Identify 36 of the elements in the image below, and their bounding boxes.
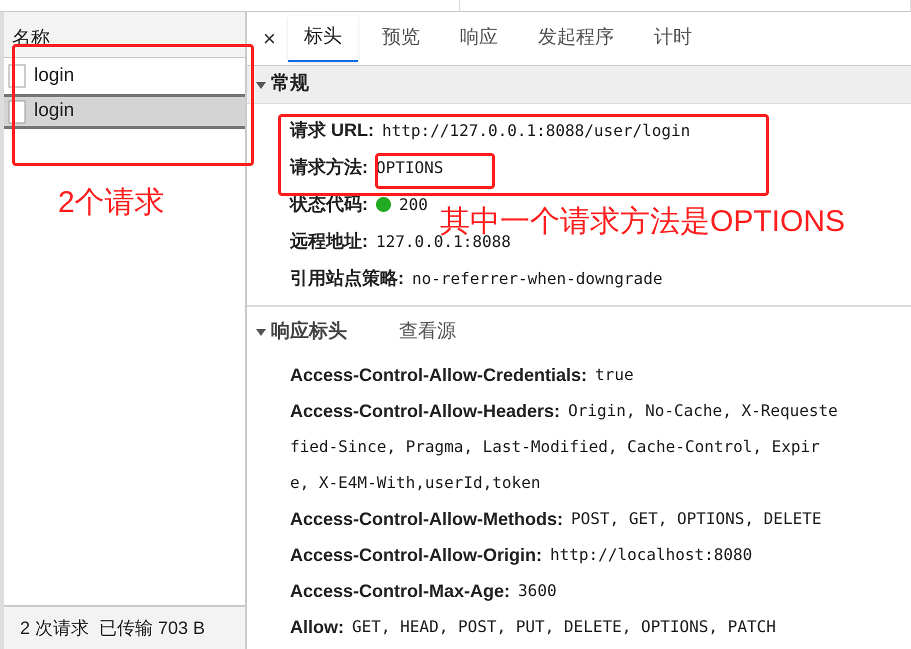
header-name: Access-Control-Max-Age: — [290, 580, 510, 603]
request-row[interactable]: login — [4, 94, 245, 129]
header-value: GET, HEAD, POST, PUT, DELETE, OPTIONS, PATCH — [352, 616, 776, 638]
header-name: Access-Control-Allow-Methods: — [290, 508, 564, 530]
tab[interactable]: 标头 — [288, 16, 358, 62]
header-value: POST, GET, OPTIONS, DELETE — [571, 508, 822, 530]
field-label: 请求方法: — [290, 156, 368, 179]
header-name: Access-Control-Allow-Headers: — [290, 400, 560, 422]
header-value: 3600 — [518, 580, 557, 602]
field-value: OPTIONS — [376, 156, 444, 178]
close-button[interactable]: × — [259, 22, 280, 55]
annotation-text: 2个请求 — [58, 185, 165, 221]
view-source-link[interactable]: 查看源 — [399, 318, 456, 346]
field-value: 200 — [399, 194, 428, 216]
field-label: 请求 URL: — [290, 119, 374, 142]
disclosure-triangle-icon[interactable] — [255, 326, 267, 338]
header-value: e, X-E4M-With,userId,token — [290, 472, 540, 494]
header-value: fied-Since, Pragma, Last-Modified, Cache-Control, Expir — [290, 436, 820, 458]
tab[interactable]: 响应 — [444, 16, 514, 62]
field-label: 引用站点策略: — [290, 267, 404, 290]
header-value: Origin, No-Cache, X-Requeste — [568, 400, 838, 422]
header-value: http://localhost:8080 — [550, 544, 752, 566]
field-label: 远程地址: — [290, 230, 368, 253]
status-text: 2 次请求 已传输 703 B — [20, 616, 206, 640]
field-value: http://127.0.0.1:8088/user/login — [382, 120, 690, 142]
field-value: no-referrer-when-downgrade — [412, 268, 662, 290]
tab[interactable]: 预览 — [366, 16, 436, 62]
header-value: true — [595, 364, 634, 386]
header-name: Allow: — [290, 616, 344, 638]
section-header[interactable]: 常规 — [247, 66, 911, 104]
field-label: 状态代码: — [290, 193, 368, 216]
header-name: Access-Control-Allow-Origin: — [290, 544, 542, 567]
header-name: Access-Control-Allow-Credentials: — [290, 364, 588, 386]
section-header[interactable]: 响应标头 — [255, 318, 347, 346]
tab[interactable]: 发起程序 — [522, 16, 630, 62]
tab[interactable]: 计时 — [638, 16, 708, 62]
